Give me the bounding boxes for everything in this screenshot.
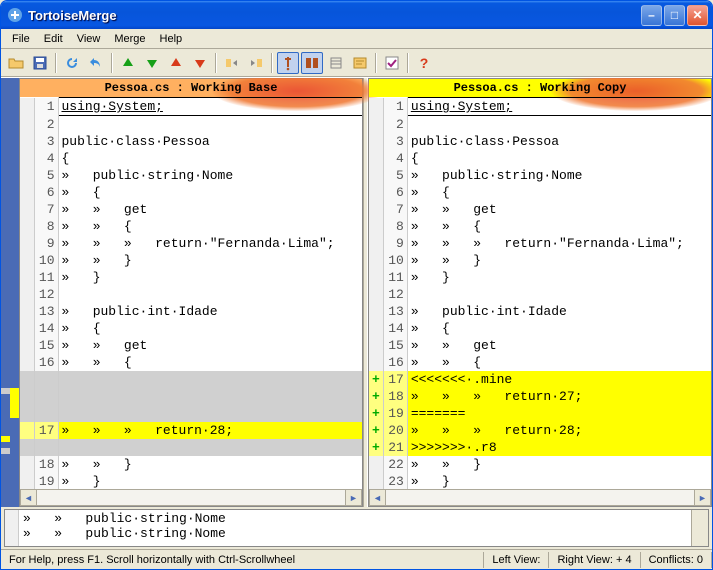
code-line[interactable]: 6» { (369, 184, 711, 201)
code-line[interactable]: 13» public·int·Idade (20, 303, 362, 320)
status-rightview: Right View: + 4 (549, 552, 640, 568)
code-line[interactable]: 12 (20, 286, 362, 303)
status-leftview: Left View: (484, 552, 549, 568)
statusbar: For Help, press F1. Scroll horizontally … (1, 549, 712, 569)
undo-icon[interactable] (85, 52, 107, 74)
one-pane-icon[interactable] (325, 52, 347, 74)
code-line[interactable]: 3public·class·Pessoa (20, 133, 362, 150)
left-code-view[interactable]: 1using·System;23public·class·Pessoa4{5» … (20, 97, 362, 489)
left-pane-header: Pessoa.cs : Working Base (20, 79, 362, 97)
code-line[interactable]: 2 (369, 116, 711, 133)
code-line[interactable]: 22» » } (369, 456, 711, 473)
minimize-button[interactable]: – (641, 5, 662, 26)
menubar: File Edit View Merge Help (1, 29, 712, 49)
menu-file[interactable]: File (5, 31, 37, 47)
code-line[interactable]: 15» » get (20, 337, 362, 354)
mark-resolved-icon[interactable] (381, 52, 403, 74)
code-line[interactable]: 11» } (20, 269, 362, 286)
right-file-name: Pessoa.cs (454, 81, 519, 95)
next-diff-icon[interactable] (141, 52, 163, 74)
app-icon (7, 7, 23, 23)
code-line[interactable]: 14» { (369, 320, 711, 337)
code-line[interactable]: +20» » » return·28; (369, 422, 711, 439)
left-file-name: Pessoa.cs (105, 81, 170, 95)
code-line[interactable] (20, 371, 362, 388)
left-pane: Pessoa.cs : Working Base 1using·System;2… (19, 78, 363, 507)
code-line[interactable]: 3public·class·Pessoa (369, 133, 711, 150)
code-line[interactable]: 7» » get (369, 201, 711, 218)
reload-icon[interactable] (61, 52, 83, 74)
code-line[interactable]: 18» » } (20, 456, 362, 473)
right-file-suffix: : Working Copy (518, 81, 626, 95)
prev-conflict-icon[interactable] (165, 52, 187, 74)
two-pane-icon[interactable] (301, 52, 323, 74)
use-right-icon[interactable] (245, 52, 267, 74)
menu-edit[interactable]: Edit (37, 31, 70, 47)
status-conflicts: Conflicts: 0 (641, 552, 712, 568)
merged-view[interactable]: » » public·string·Nome » » public·string… (4, 509, 709, 547)
right-hscrollbar[interactable]: ◄► (369, 489, 711, 506)
code-line[interactable]: 14» { (20, 320, 362, 337)
code-line[interactable]: 1using·System; (20, 98, 362, 116)
code-line[interactable]: 8» » { (369, 218, 711, 235)
code-line[interactable]: 13» public·int·Idade (369, 303, 711, 320)
code-line[interactable] (20, 405, 362, 422)
status-help: For Help, press F1. Scroll horizontally … (1, 552, 484, 568)
code-line[interactable]: 16» » { (20, 354, 362, 371)
code-line[interactable]: 16» » { (369, 354, 711, 371)
code-line[interactable]: 11» } (369, 269, 711, 286)
wrap-icon[interactable] (349, 52, 371, 74)
window-title: TortoiseMerge (28, 8, 641, 23)
maximize-button[interactable]: □ (664, 5, 685, 26)
code-line[interactable]: 5» public·string·Nome (369, 167, 711, 184)
left-file-suffix: : Working Base (169, 81, 277, 95)
help-icon[interactable]: ? (413, 52, 435, 74)
use-left-icon[interactable] (221, 52, 243, 74)
left-hscrollbar[interactable]: ◄► (20, 489, 362, 506)
code-line[interactable]: 6» { (20, 184, 362, 201)
close-button[interactable]: ✕ (687, 5, 708, 26)
code-line[interactable]: 1using·System; (369, 98, 711, 116)
diff-area: Pessoa.cs : Working Base 1using·System;2… (1, 77, 712, 507)
code-line[interactable]: 9» » » return·"Fernanda·Lima"; (369, 235, 711, 252)
right-code-view[interactable]: 1using·System;23public·class·Pessoa4{5» … (369, 97, 711, 489)
code-line[interactable]: 9» » » return·"Fernanda·Lima"; (20, 235, 362, 252)
code-line[interactable]: 23» } (369, 473, 711, 490)
show-whitespace-icon[interactable] (277, 52, 299, 74)
code-line[interactable]: 7» » get (20, 201, 362, 218)
code-line[interactable]: 10» » } (20, 252, 362, 269)
open-icon[interactable] (5, 52, 27, 74)
code-line[interactable]: +21>>>>>>>·.r8 (369, 439, 711, 456)
code-line[interactable]: 15» » get (369, 337, 711, 354)
code-line[interactable]: +18» » » return·27; (369, 388, 711, 405)
right-pane: Pessoa.cs : Working Copy 1using·System;2… (368, 78, 712, 507)
code-line[interactable]: 4{ (20, 150, 362, 167)
code-line[interactable]: 10» » } (369, 252, 711, 269)
code-line[interactable]: 4{ (369, 150, 711, 167)
code-line[interactable]: 5» public·string·Nome (20, 167, 362, 184)
code-line[interactable]: 17» » » return·28; (20, 422, 362, 439)
menu-merge[interactable]: Merge (107, 31, 152, 47)
code-line[interactable]: +17<<<<<<<·.mine (369, 371, 711, 388)
svg-text:?: ? (420, 55, 429, 71)
code-line[interactable]: 12 (369, 286, 711, 303)
code-line[interactable]: 8» » { (20, 218, 362, 235)
save-icon[interactable] (29, 52, 51, 74)
titlebar: TortoiseMerge – □ ✕ (1, 1, 712, 29)
code-line[interactable]: 2 (20, 116, 362, 133)
merged-vscrollbar[interactable] (691, 510, 708, 546)
toolbar: ? (1, 49, 712, 77)
overview-ruler[interactable] (1, 78, 19, 507)
code-line[interactable]: 19» } (20, 473, 362, 490)
right-pane-header: Pessoa.cs : Working Copy (369, 79, 711, 97)
code-line[interactable] (20, 388, 362, 405)
prev-diff-icon[interactable] (117, 52, 139, 74)
code-line[interactable] (20, 439, 362, 456)
menu-help[interactable]: Help (153, 31, 190, 47)
code-line[interactable]: +19======= (369, 405, 711, 422)
next-conflict-icon[interactable] (189, 52, 211, 74)
menu-view[interactable]: View (70, 31, 108, 47)
